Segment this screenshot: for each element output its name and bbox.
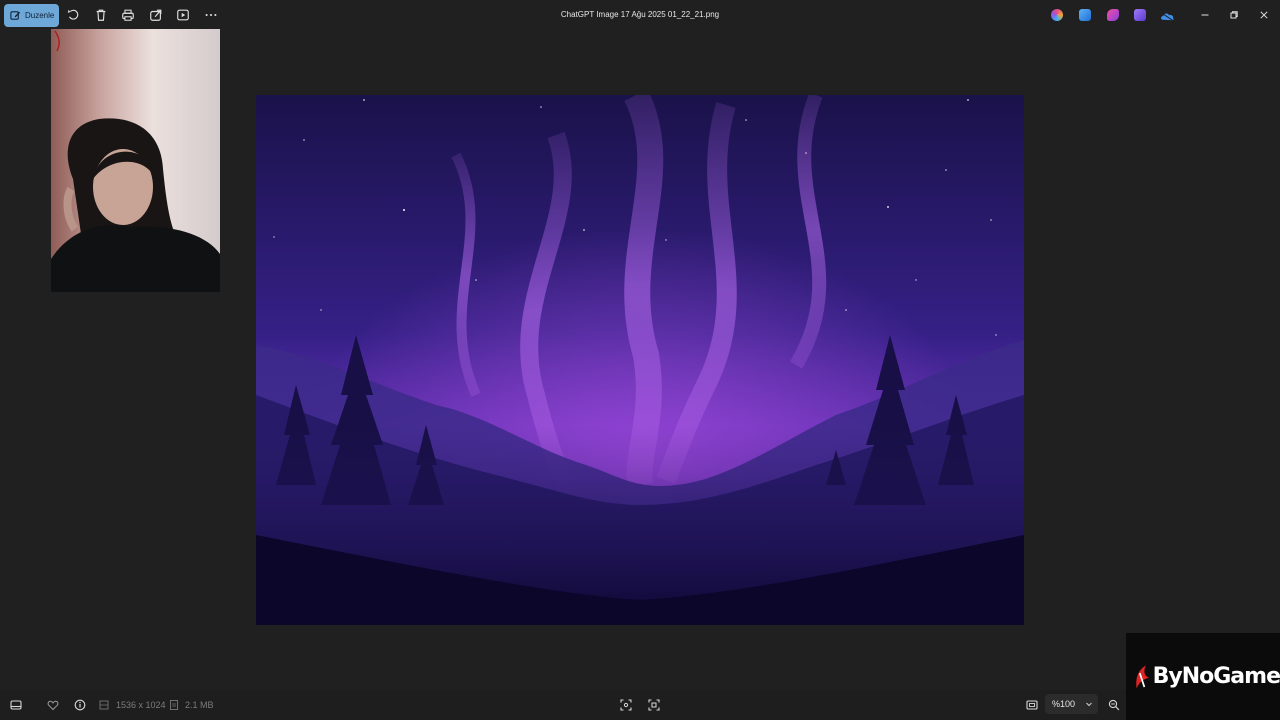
edit-image-icon <box>10 11 21 20</box>
filmstrip-toggle-icon[interactable] <box>8 697 24 713</box>
dimensions-icon <box>98 697 110 713</box>
main-image[interactable] <box>256 95 1024 625</box>
top-toolbar: Duzenle ChatGPT Image 17 Ağu 2025 01_22_… <box>0 0 1280 30</box>
image-dimensions: 1536 x 1024 <box>116 700 166 710</box>
bynogame-wordmark: ByNoGame <box>1152 664 1280 689</box>
close-button[interactable] <box>1256 7 1272 23</box>
share-icon[interactable] <box>148 7 164 23</box>
rotate-icon[interactable] <box>65 7 81 23</box>
close-icon <box>1260 11 1268 19</box>
designer-icon[interactable] <box>1107 9 1119 21</box>
aurora-landscape-image <box>256 95 1024 625</box>
person-photo <box>51 29 220 292</box>
more-icon[interactable] <box>203 7 219 23</box>
clipchamp-icon[interactable] <box>1134 9 1146 21</box>
onedrive-icon[interactable] <box>1160 9 1175 22</box>
info-icon[interactable] <box>72 697 88 713</box>
fit-to-window-icon[interactable] <box>1024 697 1040 713</box>
edit-button[interactable]: Duzenle <box>4 4 59 27</box>
restore-icon <box>1230 11 1238 19</box>
chevron-down-icon <box>1086 702 1092 707</box>
copilot-icon[interactable] <box>1051 9 1063 21</box>
restore-button[interactable] <box>1226 7 1242 23</box>
file-size-icon <box>168 697 180 713</box>
visual-search-icon[interactable] <box>646 697 662 713</box>
bynogame-logo-icon <box>1136 664 1150 689</box>
zoom-level-dropdown[interactable]: %100 <box>1045 694 1098 714</box>
file-size: 2.1 MB <box>185 700 214 710</box>
paint-icon[interactable] <box>1079 9 1091 21</box>
slideshow-icon[interactable] <box>175 7 191 23</box>
webcam-overlay <box>51 29 220 292</box>
delete-icon[interactable] <box>93 7 109 23</box>
minimize-button[interactable] <box>1197 7 1213 23</box>
window-title: ChatGPT Image 17 Ağu 2025 01_22_21.png <box>560 10 720 19</box>
bynogame-watermark: ByNoGame <box>1126 633 1280 720</box>
minimize-icon <box>1201 14 1209 16</box>
edit-button-label: Duzenle <box>25 11 55 20</box>
zoom-level-value: %100 <box>1052 699 1076 709</box>
crop-select-icon[interactable] <box>618 697 634 713</box>
favorite-heart-icon[interactable] <box>45 697 61 713</box>
print-icon[interactable] <box>120 7 136 23</box>
zoom-out-icon[interactable] <box>1106 697 1122 713</box>
